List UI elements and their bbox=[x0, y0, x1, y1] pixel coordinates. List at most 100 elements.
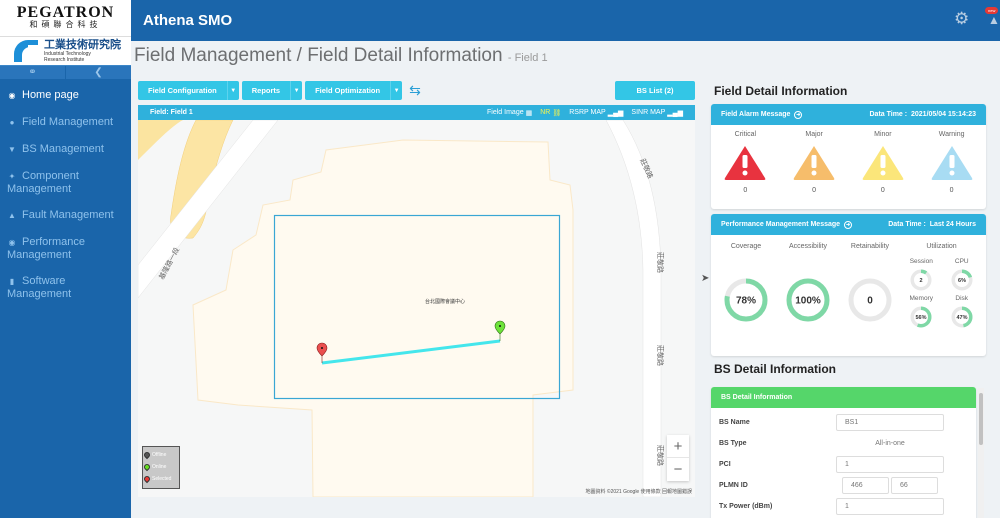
alarm-bell-icon[interactable]: ▲ bbox=[988, 13, 1000, 27]
itri-logo-icon bbox=[14, 40, 38, 62]
perf-data-time: Last 24 Hours bbox=[930, 221, 976, 228]
field-configuration-dropdown[interactable]: Field Configuration ▼ bbox=[138, 81, 239, 100]
page-title: Field Management / Field Detail Informat… bbox=[134, 45, 548, 67]
caret-down-icon[interactable]: ▼ bbox=[227, 81, 239, 100]
sidebar-item-field-management[interactable]: ●Field Management bbox=[0, 112, 131, 139]
alarm-data-time-label: Data Time : bbox=[870, 111, 908, 118]
itri-name-en-2: Research Institute bbox=[44, 57, 121, 63]
reports-button[interactable]: Reports bbox=[242, 81, 290, 100]
nr-toggle[interactable]: NR⛓ bbox=[540, 109, 561, 117]
caret-down-icon[interactable]: ▼ bbox=[390, 81, 402, 100]
plmn-mcc-input[interactable]: 466 bbox=[842, 477, 889, 494]
sidebar-item-label: Fault Management bbox=[22, 209, 114, 221]
file-icon: ▮ bbox=[7, 276, 17, 288]
road-label-zhuangjing-4: 莊敬路 bbox=[656, 445, 665, 466]
bs-list-button[interactable]: BS List (2) bbox=[615, 81, 695, 100]
itri-logo: 工業技術研究院 Industrial Technology Research I… bbox=[0, 37, 131, 65]
bs-name-input[interactable]: BS1 bbox=[836, 414, 944, 431]
legend-offline: Offline bbox=[144, 449, 178, 461]
sidebar-toggle-bar: ⚭ ❮ bbox=[0, 65, 131, 79]
tx-power-input[interactable]: 1 bbox=[836, 498, 944, 515]
sidebar-item-label: BS Management bbox=[22, 143, 104, 155]
rsrp-map-toggle[interactable]: RSRP MAP▂▄▆ bbox=[569, 109, 623, 117]
bs-type-label: BS Type bbox=[719, 440, 836, 447]
network-topology-icon: ⛓ bbox=[552, 109, 561, 117]
kpi-accessibility: Accessibility 100% bbox=[777, 243, 839, 330]
sidebar-item-home[interactable]: ◉Home page bbox=[0, 85, 131, 112]
ring-value-label: 47% bbox=[956, 315, 967, 321]
disk-donut: 47% bbox=[951, 306, 973, 328]
util-memory: Memory56% bbox=[901, 295, 942, 330]
legend-online: Online bbox=[144, 461, 178, 473]
sidebar: PEGATRON 和碩聯合科技 工業技術研究院 Industrial Techn… bbox=[0, 0, 131, 518]
sidebar-item-bs-management[interactable]: ▼BS Management bbox=[0, 139, 131, 166]
alarm-count: 0 bbox=[849, 187, 918, 194]
sidebar-item-performance-management[interactable]: ◉Performance Management bbox=[0, 232, 131, 271]
ring-value-label: 2 bbox=[920, 278, 923, 284]
accessibility-donut: 100% bbox=[786, 278, 830, 322]
pin-icon bbox=[143, 451, 151, 459]
field-optimization-button[interactable]: Field Optimization bbox=[305, 81, 390, 100]
ring-value-label: 6% bbox=[958, 278, 966, 284]
alarm-warning[interactable]: Warning 0 bbox=[917, 131, 986, 194]
legend-label: Offline bbox=[152, 452, 166, 458]
pci-input[interactable]: 1 bbox=[836, 456, 944, 473]
alarm-minor[interactable]: Minor 0 bbox=[849, 131, 918, 194]
performance-header: Performance Management Message➜ Data Tim… bbox=[711, 214, 986, 235]
plmn-label: PLMN ID bbox=[719, 482, 842, 489]
sidebar-nav: ◉Home page ●Field Management ▼BS Managem… bbox=[0, 79, 131, 310]
alarm-critical[interactable]: Critical 0 bbox=[711, 131, 780, 194]
field-map[interactable]: 基隆路一段 莊敬路 莊敬路 莊敬路 莊敬路 台北國際會議中心 Offline O… bbox=[138, 120, 695, 497]
kpi-coverage: Coverage 78% bbox=[715, 243, 777, 330]
alarm-count: 0 bbox=[780, 187, 849, 194]
alarm-label: Major bbox=[780, 131, 849, 138]
field-image-toggle[interactable]: Field Image▦ bbox=[487, 109, 532, 117]
zoom-out-button[interactable]: − bbox=[667, 458, 689, 481]
cubes-icon: ✦ bbox=[7, 171, 17, 183]
nr-label: NR bbox=[540, 109, 550, 116]
ring-value-label: 100% bbox=[795, 296, 821, 307]
sinr-map-toggle[interactable]: SINR MAP▂▄▆ bbox=[631, 109, 683, 117]
rsrp-label: RSRP MAP bbox=[569, 109, 605, 116]
performance-card: Performance Management Message➜ Data Tim… bbox=[711, 214, 986, 356]
sidebar-item-label: Field Management bbox=[22, 116, 113, 128]
legend-label: Online bbox=[152, 464, 166, 470]
reports-dropdown[interactable]: Reports ▼ bbox=[242, 81, 302, 100]
caret-down-icon[interactable]: ▼ bbox=[290, 81, 302, 100]
swap-arrows-icon[interactable]: ⇆ bbox=[409, 81, 421, 100]
field-detail-title: Field Detail Information bbox=[714, 84, 847, 98]
perf-data-time-label: Data Time : bbox=[888, 221, 926, 228]
scrollbar-thumb[interactable] bbox=[979, 393, 983, 445]
map-attribution[interactable]: 地圖資料 ©2021 Google 使用條款 回報地圖錯誤 bbox=[586, 488, 693, 495]
warning-triangle-icon bbox=[792, 143, 836, 181]
bs-name-label: BS Name bbox=[719, 419, 836, 426]
zoom-in-button[interactable]: + bbox=[667, 435, 689, 458]
sidebar-item-component-management[interactable]: ✦Component Management bbox=[0, 166, 131, 205]
arrow-right-circle-icon[interactable]: ➜ bbox=[844, 221, 852, 229]
warning-triangle-icon bbox=[723, 143, 767, 181]
signal-bars-icon: ▂▄▆ bbox=[667, 109, 683, 117]
bs-detail-header: BS Detail Information bbox=[711, 387, 976, 408]
chevron-left-icon[interactable]: ❮ bbox=[66, 66, 131, 79]
alarm-major[interactable]: Major 0 bbox=[780, 131, 849, 194]
alarm-label: Minor bbox=[849, 131, 918, 138]
gear-icon[interactable]: ⚙ bbox=[954, 9, 969, 29]
link-icon[interactable]: ⚭ bbox=[0, 66, 66, 79]
sidebar-item-fault-management[interactable]: ▲Fault Management bbox=[0, 205, 131, 232]
page-subtitle: - Field 1 bbox=[508, 52, 548, 64]
field-alarm-title: Field Alarm Message bbox=[721, 111, 790, 118]
field-configuration-button[interactable]: Field Configuration bbox=[138, 81, 227, 100]
field-optimization-dropdown[interactable]: Field Optimization ▼ bbox=[305, 81, 402, 100]
tx-power-label: Tx Power (dBm) bbox=[719, 503, 836, 510]
alarm-count: 0 bbox=[917, 187, 986, 194]
breadcrumb: Field Management / Field Detail Informat… bbox=[134, 45, 503, 66]
bs-detail-scrollbar[interactable] bbox=[978, 388, 984, 518]
util-disk: Disk47% bbox=[942, 295, 983, 330]
field-alarm-header: Field Alarm Message➜ Data Time : 2021/05… bbox=[711, 104, 986, 125]
pci-label: PCI bbox=[719, 461, 836, 468]
sidebar-item-software-management[interactable]: ▮Software Management bbox=[0, 271, 131, 310]
ring-value-label: 56% bbox=[916, 315, 927, 321]
signal-bars-icon: ▂▄▆ bbox=[608, 109, 624, 117]
arrow-right-circle-icon[interactable]: ➜ bbox=[794, 111, 802, 119]
plmn-mnc-input[interactable]: 66 bbox=[891, 477, 938, 494]
